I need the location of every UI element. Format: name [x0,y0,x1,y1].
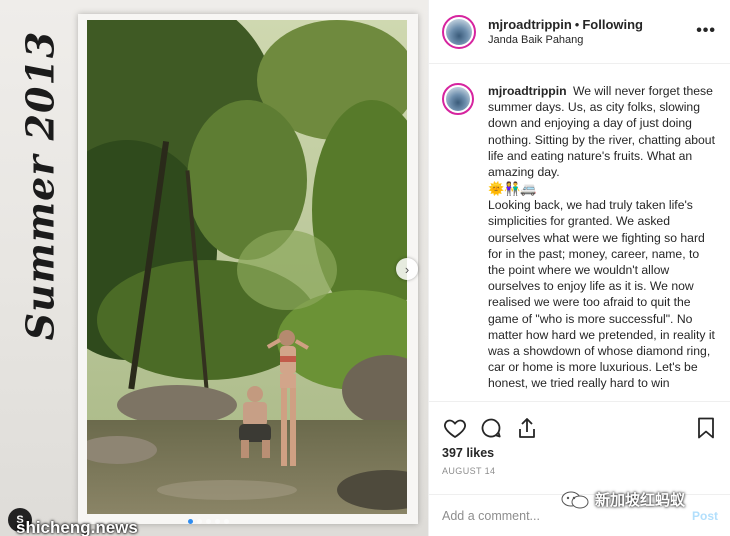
caption-username[interactable]: mjroadtrippin [488,84,567,98]
post-photo[interactable] [87,20,407,514]
caption-emojis: 🌞👫🚐 [488,181,537,197]
caption-part2: Looking back, we had truly taken life's … [488,198,715,391]
post-location[interactable]: Janda Baik Pahang [488,33,643,47]
comment-icon[interactable] [478,415,504,441]
post-sidebar: mjroadtrippin • Following Janda Baik Pahan… [428,0,730,536]
author-avatar[interactable] [442,14,476,49]
watermark-right-text: 新加坡红蚂蚁 [595,492,686,509]
author-username[interactable]: mjroadtrippin [488,17,572,32]
heart-icon[interactable] [442,415,468,441]
comments-area[interactable]: mjroadtrippin We will never forget these… [429,65,730,401]
caption-avatar[interactable] [442,83,474,115]
bookmark-icon[interactable] [693,415,719,441]
watermark-text: shicheng.news [16,518,138,536]
watermark-shicheng: S shicheng.news [8,502,138,536]
caption-part1: We will never forget these summer days. … [488,84,715,180]
post-comment-button[interactable]: Post [692,509,718,523]
comment-input[interactable] [442,508,672,523]
chevron-right-icon: › [404,261,410,277]
river-forest-scene [87,20,407,514]
caption-comment: mjroadtrippin We will never forget these… [442,83,719,392]
post-date[interactable]: AUGUST 14 [429,460,730,476]
carousel-next-button[interactable]: › [396,258,418,280]
carousel-dots [188,519,229,524]
carousel-dot [215,519,220,524]
watermark-red-ant: 新加坡红蚂蚁 [561,489,685,510]
carousel-dot [206,519,211,524]
post-media: Summer 2013 › S shicheng.news [0,0,428,536]
share-icon[interactable] [514,415,540,441]
wechat-logo-icon [561,491,589,508]
more-options-icon[interactable]: ••• [696,22,716,40]
caption-text: mjroadtrippin We will never forget these… [488,83,716,392]
summer-handwriting: Summer 2013 [17,30,63,340]
carousel-dot [197,519,202,524]
likes-count[interactable]: 397 likes [429,442,730,460]
carousel-dot [188,519,193,524]
post-header: mjroadtrippin • Following Janda Baik Pahan… [429,0,730,64]
following-button[interactable]: Following [582,17,643,32]
separator-dot: • [574,17,580,32]
carousel-dot [224,519,229,524]
